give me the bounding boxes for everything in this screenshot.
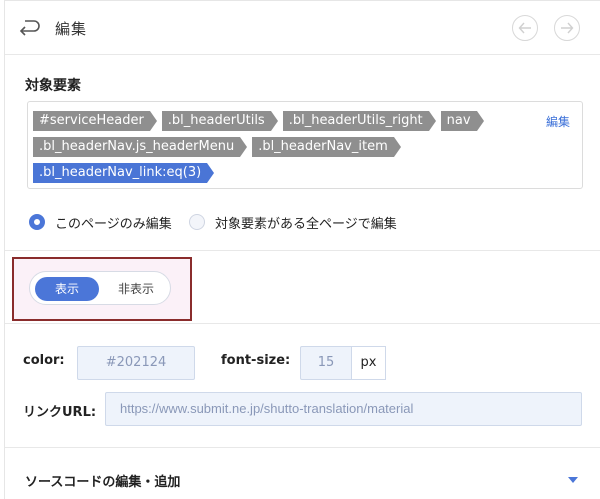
breadcrumb-line: #serviceHeader .bl_headerUtils .bl_heade… <box>33 110 489 132</box>
visibility-toggle[interactable]: 表示 非表示 <box>29 271 171 305</box>
link-url-label: リンクURL: <box>23 405 97 420</box>
font-size-label: font-size: <box>221 353 291 368</box>
breadcrumb-line: .bl_headerNav_link:eq(3) <box>33 162 219 184</box>
toggle-hide-option[interactable]: 非表示 <box>106 277 166 301</box>
divider <box>5 323 600 324</box>
toggle-show-option[interactable]: 表示 <box>35 277 99 301</box>
edit-panel: 編集 対象要素 #serviceHeader .bl_headerUtils .… <box>4 0 600 499</box>
breadcrumb-item[interactable]: #serviceHeader <box>33 111 157 131</box>
radio-label: このページのみ編集 <box>55 216 172 232</box>
divider <box>5 250 600 251</box>
breadcrumb-item[interactable]: nav <box>440 111 484 131</box>
header-title: 編集 <box>55 20 88 38</box>
link-url-input[interactable]: https://www.submit.ne.jp/shutto-translat… <box>105 392 582 426</box>
edit-selector-link[interactable]: 編集 <box>546 113 570 130</box>
caret-down-icon[interactable] <box>568 477 578 483</box>
breadcrumb-item[interactable]: .bl_headerUtils <box>161 111 278 131</box>
font-size-input[interactable]: 15 <box>300 346 352 380</box>
target-section-title: 対象要素 <box>25 78 81 94</box>
breadcrumb-item[interactable]: .bl_headerNav.js_headerMenu <box>33 137 248 157</box>
prev-button[interactable] <box>512 15 538 41</box>
color-label: color: <box>23 353 65 368</box>
source-code-section-title[interactable]: ソースコードの編集・追加 <box>25 471 180 490</box>
divider <box>5 447 600 448</box>
selector-breadcrumb: #serviceHeader .bl_headerUtils .bl_heade… <box>27 101 583 189</box>
arrow-left-icon <box>518 22 531 34</box>
panel-header: 編集 <box>5 1 600 55</box>
font-size-unit: px <box>352 346 386 380</box>
breadcrumb-item-active[interactable]: .bl_headerNav_link:eq(3) <box>33 163 215 183</box>
color-input[interactable]: #202124 <box>77 346 195 380</box>
radio-label: 対象要素がある全ページで編集 <box>215 216 397 232</box>
breadcrumb-item[interactable]: .bl_headerNav_item <box>252 137 401 157</box>
arrow-right-icon <box>561 22 574 34</box>
return-arrow-icon[interactable] <box>17 18 41 38</box>
scope-option-this-page[interactable]: このページのみ編集 <box>29 213 172 232</box>
radio-checked-icon[interactable] <box>29 214 45 230</box>
breadcrumb-line: .bl_headerNav.js_headerMenu .bl_headerNa… <box>33 136 406 158</box>
scope-option-all-pages[interactable]: 対象要素がある全ページで編集 <box>189 213 397 232</box>
radio-unchecked-icon[interactable] <box>189 214 205 230</box>
breadcrumb-item[interactable]: .bl_headerUtils_right <box>282 111 436 131</box>
next-button[interactable] <box>554 15 580 41</box>
